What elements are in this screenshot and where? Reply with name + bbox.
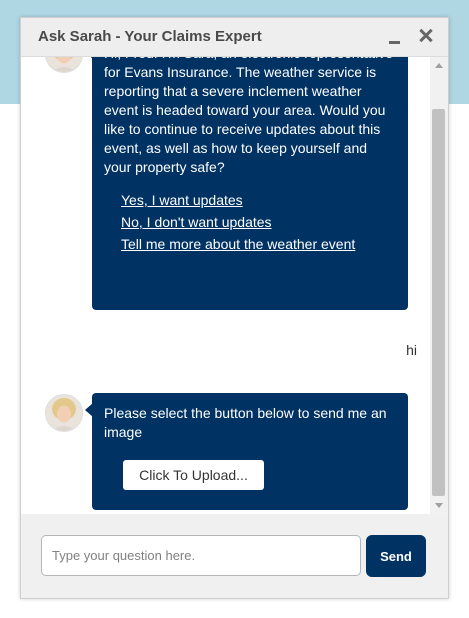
bubble-tail <box>85 403 93 417</box>
chat-header: Ask Sarah - Your Claims Expert <box>21 18 448 57</box>
sarah-avatar <box>45 57 83 73</box>
chat-title: Ask Sarah - Your Claims Expert <box>38 28 262 45</box>
user-message: hi <box>406 342 417 358</box>
quick-reply-no[interactable]: No, I don't want updates <box>92 211 408 233</box>
bot-message-text: Hi, Fred. I'm Sara, an electronic repres… <box>104 57 393 175</box>
scroll-thumb[interactable] <box>432 109 445 496</box>
scroll-down-icon[interactable] <box>435 503 443 508</box>
quick-reply-more-info[interactable]: Tell me more about the weather event <box>92 233 408 255</box>
chat-window: Ask Sarah - Your Claims Expert Hi, Fred.… <box>20 17 449 599</box>
bot-message-text: Please select the button below to send m… <box>104 405 387 440</box>
chat-composer: Send <box>21 514 448 598</box>
minimize-icon[interactable] <box>384 24 406 48</box>
bot-bubble: Please select the button below to send m… <box>85 393 408 510</box>
quick-reply-yes[interactable]: Yes, I want updates <box>92 189 408 211</box>
close-icon[interactable] <box>416 24 438 48</box>
upload-button[interactable]: Click To Upload... <box>123 460 264 490</box>
scrollbar[interactable] <box>430 57 447 514</box>
send-button[interactable]: Send <box>366 535 426 577</box>
question-input[interactable] <box>41 535 361 576</box>
quick-reply-list: Yes, I want updates No, I don't want upd… <box>92 189 408 255</box>
message-list: Hi, Fred. I'm Sara, an electronic repres… <box>21 57 430 514</box>
sarah-avatar <box>45 394 83 432</box>
bubble-tail <box>85 57 93 59</box>
scroll-up-icon[interactable] <box>435 63 443 68</box>
bot-bubble: Hi, Fred. I'm Sara, an electronic repres… <box>85 57 408 310</box>
